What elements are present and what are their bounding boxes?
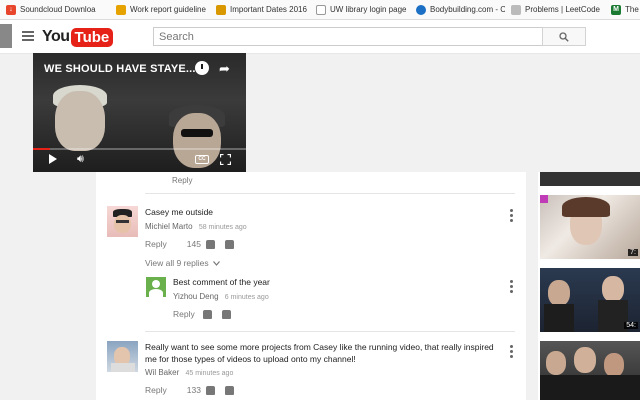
bookmark-leetcode[interactable]: Problems | LeetCode	[505, 0, 605, 19]
view-replies-label: View all 9 replies	[145, 258, 209, 268]
bookmark-label: UW library login page	[330, 5, 407, 14]
bookmark-important-dates[interactable]: Important Dates 2016	[210, 0, 310, 19]
comment-time[interactable]: 58 minutes ago	[199, 224, 247, 231]
comment-actions: Reply 145	[145, 239, 234, 249]
video-player[interactable]: WE SHOULD HAVE STAYE... ➦ 🔊︎ CC	[33, 53, 246, 172]
view-replies-link[interactable]: View all 9 replies	[145, 258, 220, 268]
progress-fill	[33, 148, 51, 150]
bookmark-label: Important Dates 2016	[230, 5, 307, 14]
logo-you: You	[42, 28, 70, 45]
comment-meta: Yizhou Deng 6 minutes ago	[173, 292, 269, 301]
comment-meta: Michiel Marto 58 minutes ago	[145, 222, 247, 231]
video-title[interactable]: WE SHOULD HAVE STAYE...	[44, 63, 196, 75]
divider	[145, 331, 515, 332]
video-frame-detail	[55, 91, 105, 151]
thumbs-down-icon[interactable]	[221, 309, 231, 319]
window-edge	[0, 24, 12, 48]
search-button[interactable]	[542, 27, 586, 46]
bookmark-the-s[interactable]: M The S	[605, 0, 640, 19]
bookmark-label: Bodybuilding.com - C	[430, 5, 505, 14]
bookmarks-bar: ↓ Soundcloud Downloa Work report guideli…	[0, 0, 640, 20]
comment-time[interactable]: 6 minutes ago	[225, 294, 269, 301]
comment-text: Best comment of the year	[173, 277, 270, 287]
menu-icon[interactable]	[22, 31, 34, 41]
chevron-down-icon	[213, 261, 220, 266]
play-icon[interactable]	[49, 154, 57, 164]
leetcode-icon	[511, 4, 521, 15]
bookmark-work-report[interactable]: Work report guideline	[110, 0, 210, 19]
reply-button[interactable]: Reply	[145, 385, 167, 395]
avatar[interactable]	[146, 277, 166, 297]
thumbs-down-icon[interactable]	[224, 239, 234, 249]
share-icon[interactable]: ➦	[219, 61, 230, 77]
like-count: 145	[186, 239, 201, 249]
youtube-logo[interactable]: You Tube	[42, 26, 114, 48]
medium-icon: M	[611, 4, 621, 15]
bodybuilding-icon	[416, 4, 426, 15]
thumbs-up-icon[interactable]	[205, 385, 215, 395]
reply-button[interactable]: Reply	[145, 239, 167, 249]
bookmark-soundcloud[interactable]: ↓ Soundcloud Downloa	[0, 0, 110, 19]
fullscreen-icon[interactable]	[220, 154, 231, 165]
download-icon: ↓	[6, 4, 16, 15]
thumbs-up-icon[interactable]	[205, 239, 215, 249]
folder-icon	[216, 4, 226, 15]
video-duration: 54:	[624, 322, 638, 329]
comment-actions: Reply	[173, 309, 231, 319]
video-duration: 7:	[628, 249, 638, 256]
divider	[145, 193, 515, 194]
related-video-thumb[interactable]: 54:	[540, 268, 640, 332]
comment-actions: Reply 133	[145, 385, 234, 395]
comment-author[interactable]: Wil Baker	[145, 368, 179, 377]
bookmark-label: Problems | LeetCode	[525, 5, 601, 14]
progress-bar[interactable]	[33, 148, 246, 150]
reply-button[interactable]: Reply	[173, 309, 195, 319]
bookmark-uw-library[interactable]: UW library login page	[310, 0, 410, 19]
more-options-icon[interactable]	[510, 280, 513, 295]
bookmark-label: Soundcloud Downloa	[20, 5, 96, 14]
watch-later-icon[interactable]	[195, 61, 209, 75]
comment-author[interactable]: Michiel Marto	[145, 222, 193, 231]
comment-author[interactable]: Yizhou Deng	[173, 292, 219, 301]
reply-button[interactable]: Reply	[172, 176, 192, 185]
video-frame-detail	[181, 129, 213, 137]
comment-text: Casey me outside	[145, 207, 214, 217]
comment-meta: Wil Baker 45 minutes ago	[145, 368, 233, 377]
comment-time[interactable]: 45 minutes ago	[185, 370, 233, 377]
bookmark-bodybuilding[interactable]: Bodybuilding.com - C	[410, 0, 505, 19]
avatar[interactable]	[107, 341, 138, 372]
related-video-thumb[interactable]: 7:	[540, 195, 640, 259]
search-icon	[559, 31, 569, 42]
thumbs-up-icon[interactable]	[202, 309, 212, 319]
like-count: 133	[186, 385, 201, 395]
bookmark-label: Work report guideline	[130, 5, 206, 14]
related-video-thumb[interactable]	[540, 341, 640, 400]
bookmark-label: The S	[625, 5, 640, 14]
more-options-icon[interactable]	[510, 209, 513, 224]
captions-icon[interactable]: CC	[195, 155, 209, 164]
thumbs-down-icon[interactable]	[224, 385, 234, 395]
avatar[interactable]	[107, 206, 138, 237]
more-options-icon[interactable]	[510, 345, 513, 360]
related-video-thumb[interactable]	[540, 172, 640, 186]
logo-tube: Tube	[70, 27, 114, 47]
comment-text: Really want to see some more projects fr…	[145, 342, 494, 364]
page-icon	[316, 4, 326, 15]
folder-icon	[116, 4, 126, 15]
search-input[interactable]: Search	[153, 27, 543, 46]
volume-icon[interactable]: 🔊︎	[77, 153, 84, 166]
